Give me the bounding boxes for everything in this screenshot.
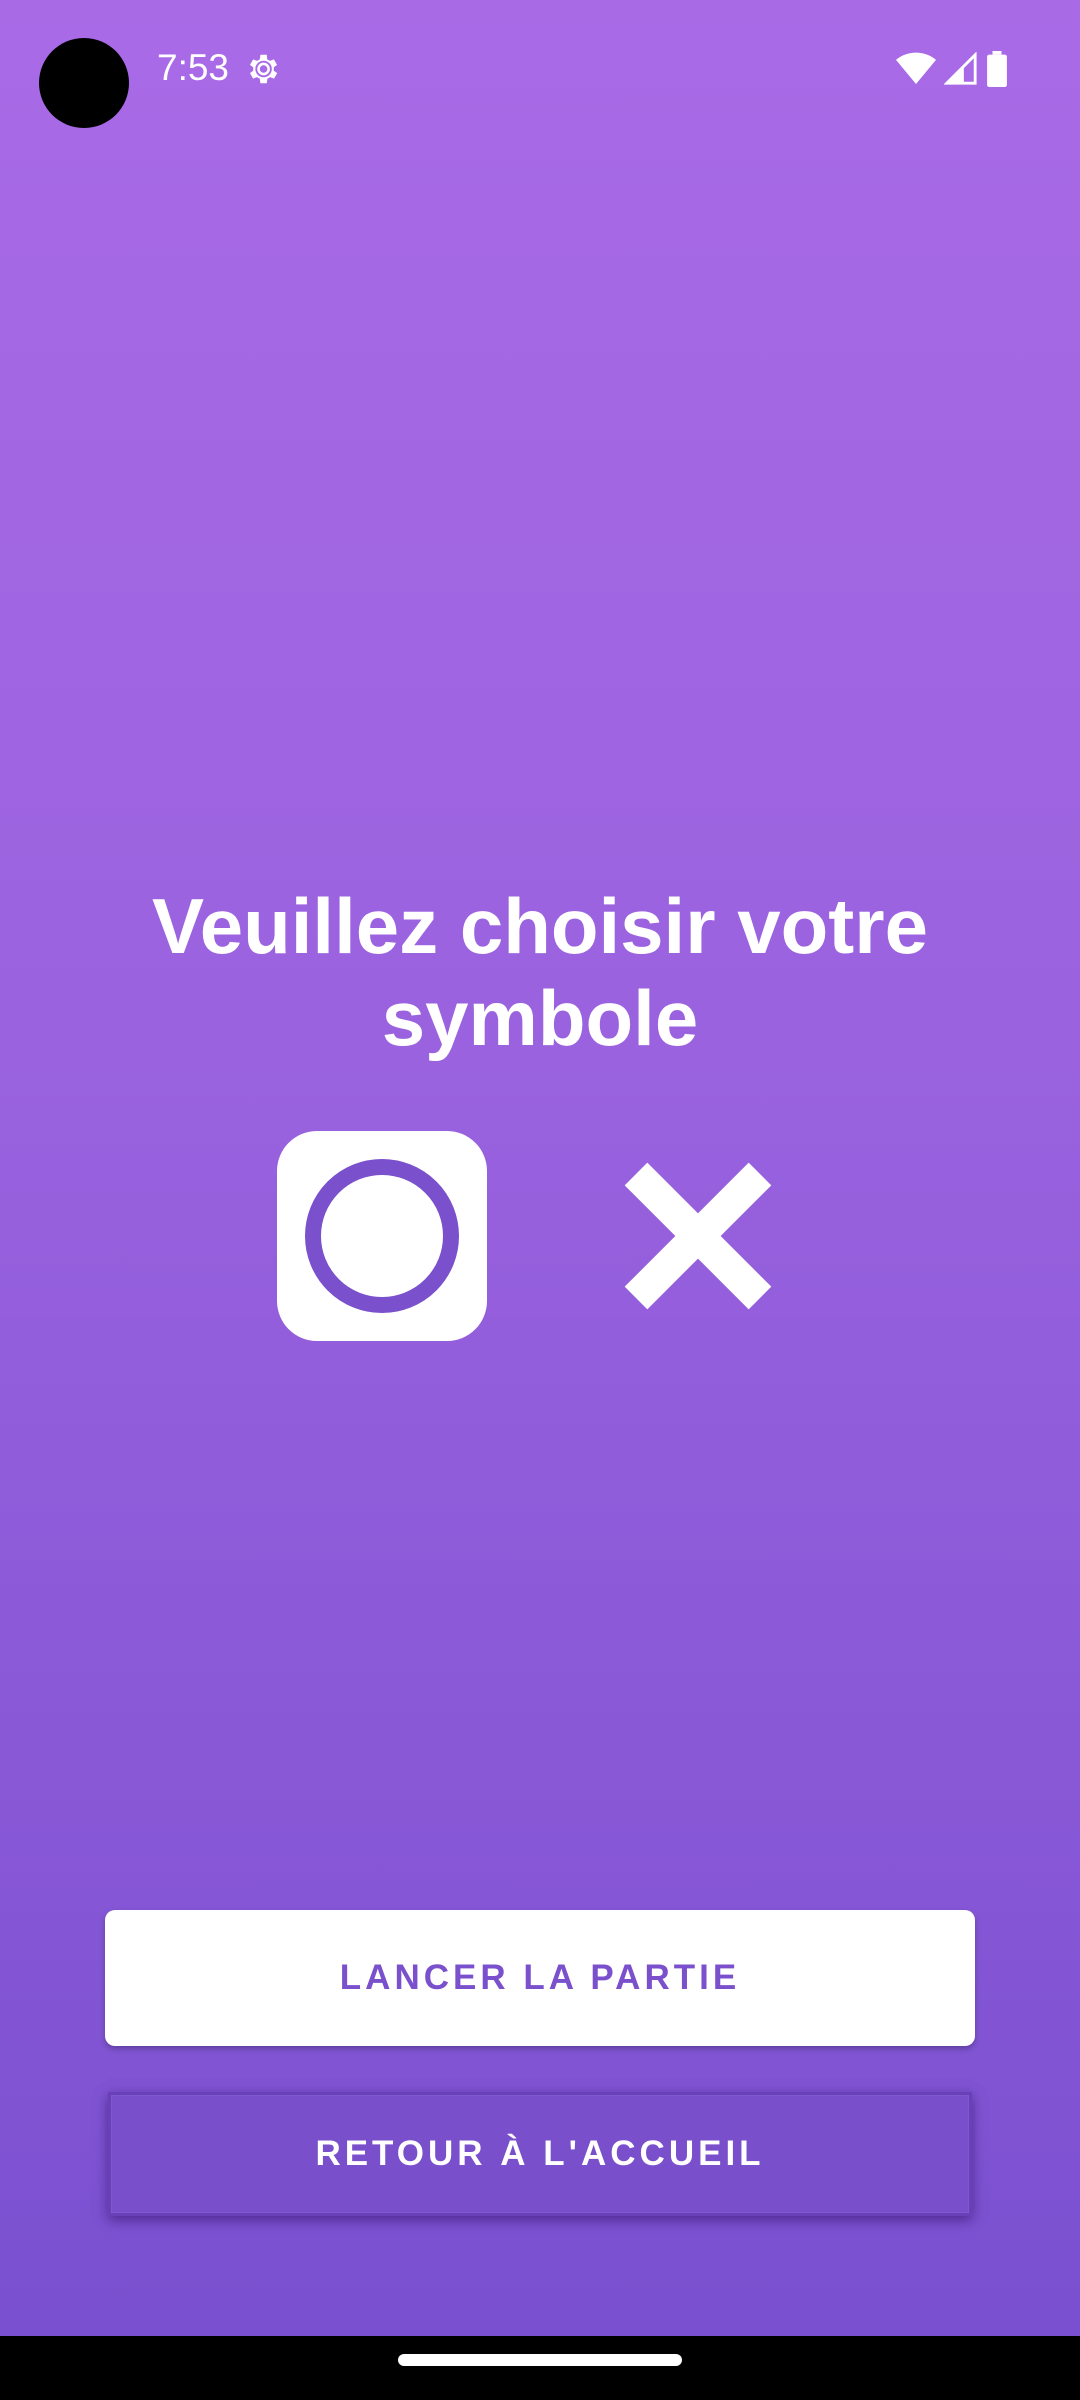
status-time: 7:53: [157, 47, 230, 88]
status-bar: 7:53: [0, 0, 1080, 140]
wifi-icon: [896, 52, 936, 84]
symbol-x-option[interactable]: [593, 1131, 803, 1341]
back-home-button[interactable]: RETOUR À L'ACCUEIL: [108, 2092, 972, 2216]
symbol-prompt-title: Veuillez choisir votre symbole: [152, 882, 928, 1062]
battery-icon: [987, 51, 1007, 87]
circle-o-icon: [305, 1159, 459, 1313]
status-icons: [896, 48, 1008, 90]
navigation-bar: [0, 2336, 1080, 2400]
screen: 7:53 Veuillez choisir votre symbole LANC…: [0, 0, 1080, 2336]
home-gesture-handle[interactable]: [398, 2354, 682, 2366]
cross-x-icon: [624, 1162, 772, 1310]
camera-cutout: [39, 38, 129, 128]
settings-icon: [249, 54, 278, 84]
signal-icon: [944, 52, 977, 85]
start-game-button[interactable]: LANCER LA PARTIE: [105, 1910, 975, 2046]
symbol-o-option[interactable]: [277, 1131, 487, 1341]
